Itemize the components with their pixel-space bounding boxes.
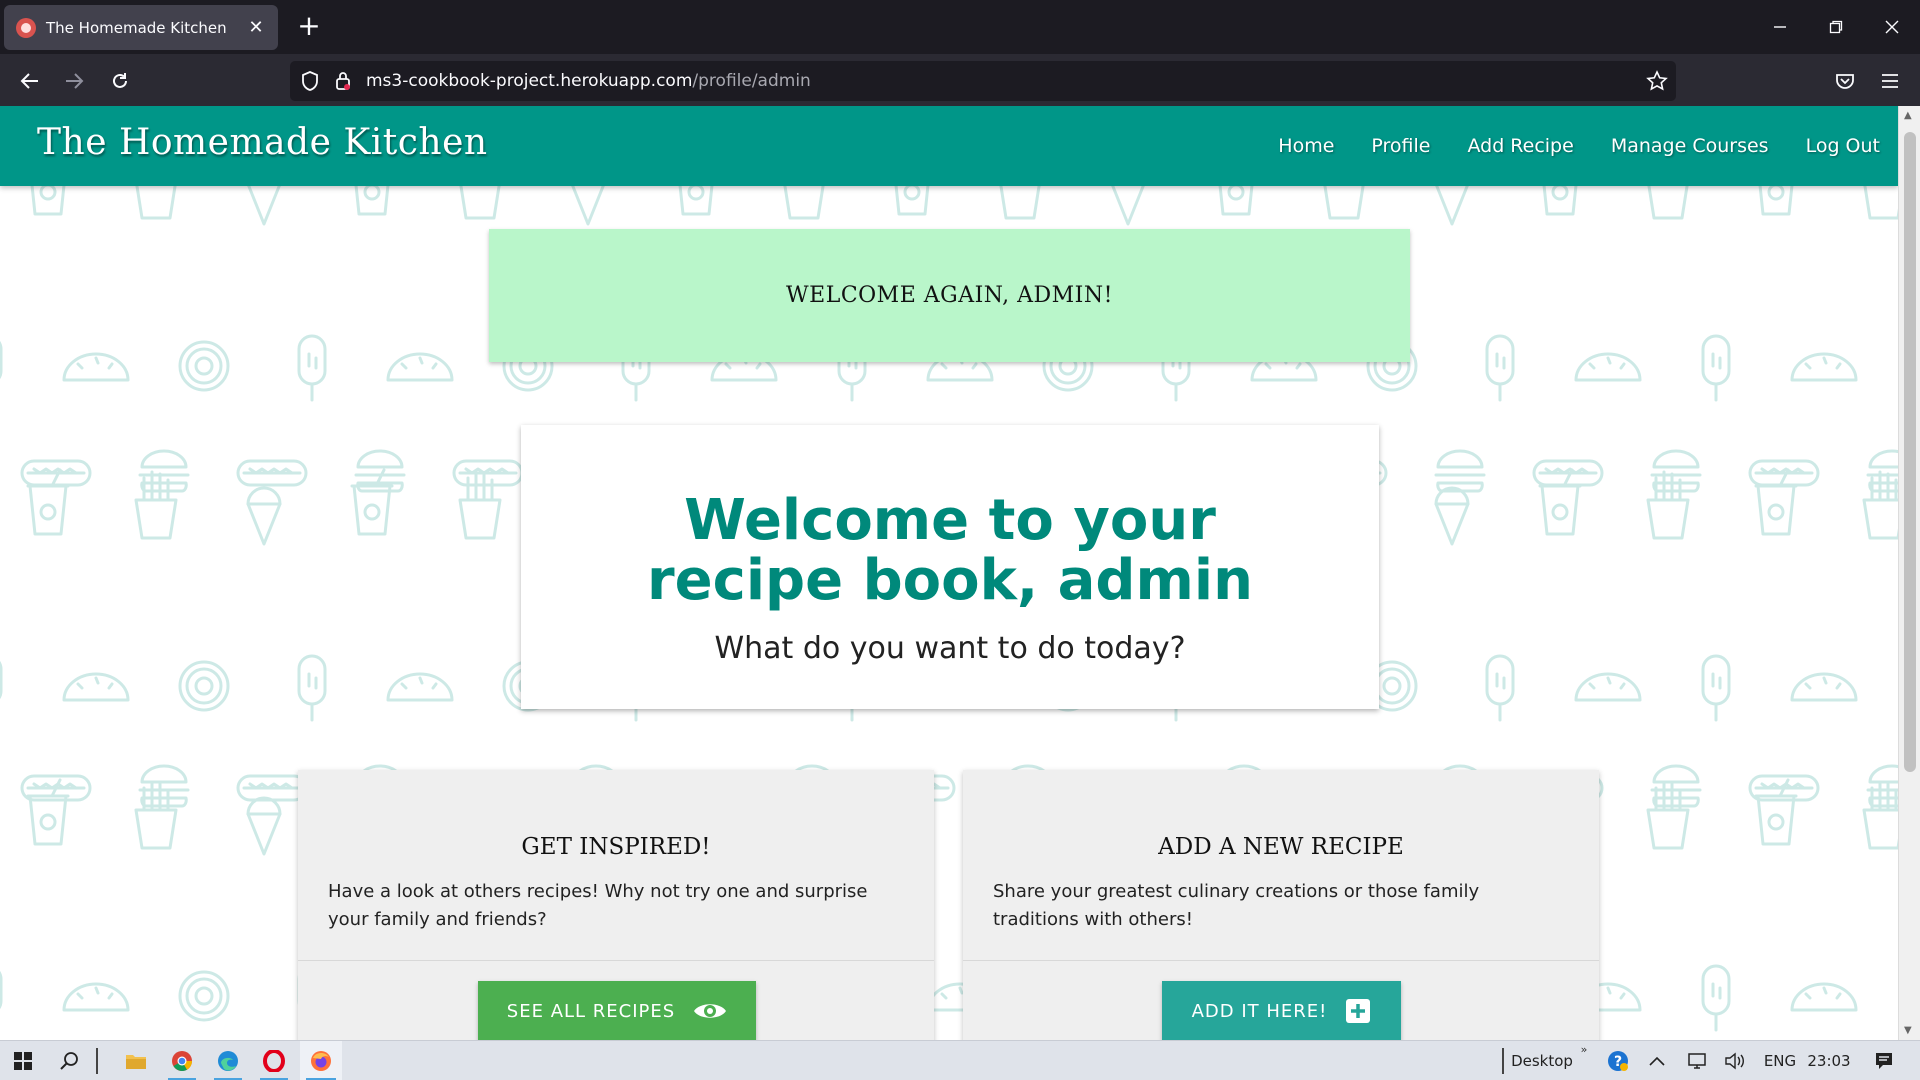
- main-nav: Home Profile Add Recipe Manage Courses L…: [1241, 106, 1880, 186]
- file-explorer-icon[interactable]: [116, 1041, 156, 1080]
- card-text: Have a look at others recipes! Why not t…: [328, 881, 868, 930]
- nav-add-recipe[interactable]: Add Recipe: [1467, 135, 1573, 157]
- windows-start-icon[interactable]: [4, 1041, 42, 1080]
- taskbar-separator: [92, 1041, 102, 1080]
- flash-message: WELCOME AGAIN, ADMIN!: [489, 229, 1410, 362]
- bookmark-star-icon[interactable]: [1646, 70, 1668, 96]
- windows-taskbar: Desktop » ? ENG 23:03: [0, 1040, 1920, 1080]
- button-label: SEE ALL RECIPES: [506, 1000, 676, 1022]
- see-all-recipes-button[interactable]: SEE ALL RECIPES: [478, 981, 756, 1040]
- url-text[interactable]: ms3-cookbook-project.herokuapp.com/profi…: [366, 71, 811, 91]
- scrollbar-thumb[interactable]: [1904, 132, 1916, 772]
- firefox-icon[interactable]: [300, 1041, 342, 1080]
- page-title: Welcome to your recipe book, admin: [647, 488, 1253, 613]
- get-inspired-card: GET INSPIRED! Have a look at others reci…: [298, 770, 934, 1040]
- notifications-icon[interactable]: [1864, 1041, 1904, 1080]
- card-title: GET INSPIRED!: [521, 834, 711, 860]
- page-subtitle: What do you want to do today?: [714, 631, 1186, 666]
- plus-box-icon: [1345, 998, 1371, 1024]
- opera-icon[interactable]: [254, 1041, 294, 1080]
- nav-log-out[interactable]: Log Out: [1806, 135, 1880, 157]
- scroll-up-icon[interactable]: ▲: [1904, 110, 1912, 121]
- shield-icon[interactable]: [300, 70, 320, 96]
- restore-window-button[interactable]: [1808, 0, 1864, 54]
- nav-home[interactable]: Home: [1278, 135, 1334, 157]
- nav-manage-courses[interactable]: Manage Courses: [1611, 135, 1769, 157]
- network-icon[interactable]: [1680, 1041, 1714, 1080]
- reload-icon[interactable]: [104, 65, 136, 97]
- speaker-icon[interactable]: [1718, 1041, 1752, 1080]
- address-bar[interactable]: ms3-cookbook-project.herokuapp.com/profi…: [290, 61, 1676, 101]
- new-tab-button[interactable]: +: [294, 12, 324, 42]
- flash-message-text: WELCOME AGAIN, ADMIN!: [786, 283, 1113, 308]
- forward-arrow-icon[interactable]: [58, 65, 90, 97]
- browser-tab[interactable]: The Homemade Kitchen ✕: [4, 5, 278, 50]
- card-title: ADD A NEW RECIPE: [1158, 834, 1404, 860]
- close-tab-icon[interactable]: ✕: [246, 17, 266, 38]
- clock-time: 23:03: [1807, 1052, 1851, 1070]
- close-window-button[interactable]: [1864, 0, 1920, 54]
- taskbar-separator: [1498, 1041, 1508, 1080]
- chevron-double-right-icon[interactable]: »: [1576, 1041, 1592, 1080]
- lock-icon[interactable]: [334, 70, 352, 96]
- language-label: ENG: [1763, 1052, 1797, 1070]
- card-divider: [963, 960, 1599, 961]
- site-favicon-icon: [16, 17, 36, 38]
- site-header: The Homemade Kitchen Home Profile Add Re…: [0, 106, 1898, 186]
- desktop-toolbar[interactable]: Desktop: [1510, 1041, 1574, 1080]
- input-language-indicator[interactable]: ENG: [1758, 1041, 1802, 1080]
- url-host: ms3-cookbook-project.herokuapp.com: [366, 71, 693, 91]
- url-path: /profile/admin: [692, 71, 811, 91]
- nav-profile[interactable]: Profile: [1371, 135, 1430, 157]
- edge-icon[interactable]: [208, 1041, 248, 1080]
- eye-icon: [693, 1000, 727, 1022]
- minimize-window-button[interactable]: [1752, 0, 1808, 54]
- pocket-icon[interactable]: [1829, 65, 1861, 97]
- welcome-panel: Welcome to your recipe book, admin What …: [521, 425, 1379, 709]
- desktop-label: Desktop: [1511, 1052, 1573, 1070]
- brand-logo[interactable]: The Homemade Kitchen: [37, 122, 488, 163]
- browser-toolbar: ms3-cookbook-project.herokuapp.com/profi…: [0, 54, 1920, 108]
- chrome-icon[interactable]: [162, 1041, 202, 1080]
- page-viewport: The Homemade Kitchen Home Profile Add Re…: [0, 106, 1898, 1040]
- add-recipe-card: ADD A NEW RECIPE Share your greatest cul…: [963, 770, 1599, 1040]
- button-label: ADD IT HERE!: [1191, 1000, 1328, 1022]
- tab-title: The Homemade Kitchen: [46, 18, 227, 37]
- page-scrollbar[interactable]: ▲ ▼: [1898, 106, 1920, 1040]
- help-icon[interactable]: ?: [1602, 1041, 1634, 1080]
- browser-tab-bar: The Homemade Kitchen ✕ +: [0, 0, 1920, 54]
- search-icon[interactable]: [50, 1041, 88, 1080]
- add-it-here-button[interactable]: ADD IT HERE!: [1162, 981, 1401, 1040]
- card-text: Share your greatest culinary creations o…: [993, 881, 1480, 930]
- clock[interactable]: 23:03: [1804, 1041, 1854, 1080]
- chevron-up-icon[interactable]: [1640, 1041, 1674, 1080]
- back-arrow-icon[interactable]: [14, 65, 46, 97]
- card-divider: [298, 960, 934, 961]
- menu-hamburger-icon[interactable]: [1874, 65, 1906, 97]
- scroll-down-icon[interactable]: ▼: [1904, 1025, 1912, 1036]
